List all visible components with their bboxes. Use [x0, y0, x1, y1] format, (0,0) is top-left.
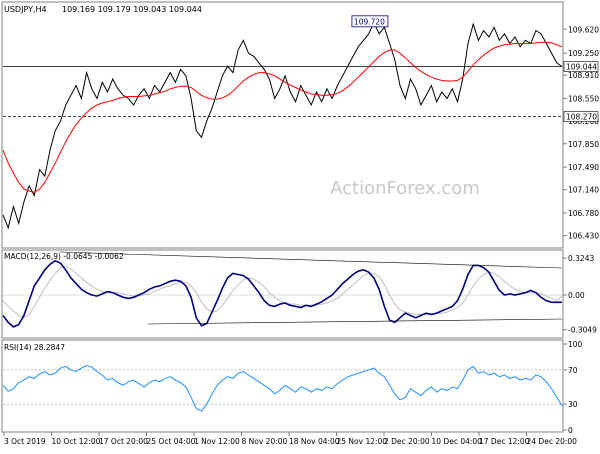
- price-tags: 109.044 108.270 109.720: [351, 15, 599, 122]
- price-tick-label: 107.490: [568, 163, 599, 172]
- price-tick-label: 106.780: [568, 209, 599, 218]
- rsi-title: RSI(14) 28.2847: [4, 343, 65, 352]
- price-tick-label: 107.140: [568, 186, 599, 195]
- 2-tick-label: 100: [568, 340, 583, 349]
- x-tick-label: 8 Nov 20:00: [242, 437, 288, 446]
- watermark: ActionForex.com: [330, 178, 480, 199]
- 1-tick-label: -0.3049: [568, 326, 597, 335]
- x-axis: 3 Oct 2019 10 Oct 12:0017 Oct 20:0025 Oct…: [3, 432, 578, 446]
- high-tag: 109.720: [354, 17, 385, 26]
- rsi-line: [2, 364, 563, 412]
- macd-lower-trendline: [147, 318, 563, 325]
- x-tick-label: 17 Oct 20:00: [99, 437, 148, 446]
- macd-upper-trendline: [59, 251, 563, 269]
- current-price-tag: 109.044: [566, 63, 597, 72]
- price-tick-label: 108.910: [568, 71, 599, 80]
- x-tick-label: 25 Oct 04:00: [147, 437, 196, 446]
- x-tick-label: 24 Dec 20:00: [527, 437, 578, 446]
- rsi-lines: [2, 364, 563, 412]
- x-tick-label: 2 Dec 20:00: [384, 437, 430, 446]
- support-level-tag: 108.270: [566, 113, 597, 122]
- x-tick-label: 1 Nov 12:00: [194, 437, 240, 446]
- price-tick-label: 106.430: [568, 232, 599, 241]
- rsi-panel-frame: [1, 339, 564, 433]
- 1-tick-label: 0.00: [568, 291, 585, 300]
- ohlc-label: 109.169 109.179 109.043 109.044: [62, 5, 202, 14]
- 2-tick-label: 70: [568, 366, 578, 375]
- macd-axis: 0.3243 0.00 -0.3049: [563, 254, 597, 335]
- 2-tick-label: 0: [568, 426, 573, 435]
- price-axis: 109.620109.250108.910108.550108.200107.8…: [563, 25, 599, 241]
- x-tick-label: 10 Oct 12:00: [52, 437, 101, 446]
- x-tick-label: 3 Oct 2019: [4, 437, 46, 446]
- 1-tick-label: 0.3243: [568, 254, 594, 263]
- forex-chart: ActionForex.com USDJPY,H4 109.169 109.17…: [0, 0, 600, 450]
- 2-tick-label: 30: [568, 400, 578, 409]
- x-tick-label: 10 Dec 04:00: [432, 437, 483, 446]
- price-tick-label: 109.620: [568, 25, 599, 34]
- chart-svg: ActionForex.com USDJPY,H4 109.169 109.17…: [1, 1, 599, 446]
- price-tick-label: 109.250: [568, 49, 599, 58]
- x-tick-label: 25 Nov 12:00: [337, 437, 388, 446]
- macd-main-line: [2, 259, 562, 328]
- price-tick-label: 107.850: [568, 140, 599, 149]
- macd-lines: [2, 251, 563, 328]
- x-tick-label: 17 Dec 12:00: [479, 437, 530, 446]
- macd-panel-frame: [1, 249, 564, 339]
- price-tick-label: 108.550: [568, 94, 599, 103]
- symbol-label: USDJPY,H4: [4, 5, 47, 14]
- rsi-axis: 100 70 30 0: [563, 340, 583, 435]
- ma-line: [2, 41, 563, 193]
- x-tick-label: 18 Nov 04:00: [289, 437, 340, 446]
